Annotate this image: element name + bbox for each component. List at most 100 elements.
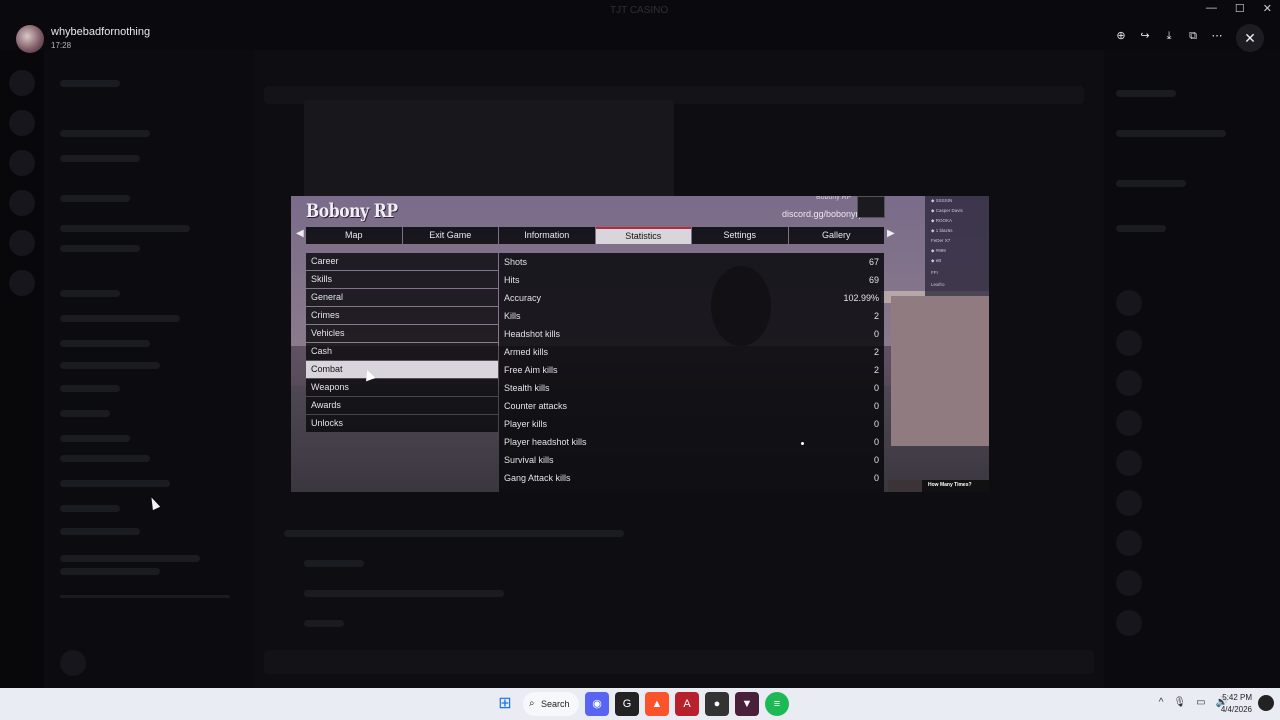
server-icon xyxy=(9,230,35,256)
screen: TJT CASINO — ☐ ✕ whybebadfornothing 17:2… xyxy=(0,0,1280,720)
clock-time: 5:42 PM xyxy=(1222,693,1252,702)
acrobat-icon[interactable]: A xyxy=(675,692,699,716)
chevron-up-icon[interactable]: ^ xyxy=(1159,697,1164,708)
video-overlay: How Many Times? xyxy=(888,480,989,492)
stat-row: Counter attacks 0 xyxy=(499,397,884,415)
window-controls: — ☐ ✕ xyxy=(1206,2,1272,15)
stat-name: Survival kills xyxy=(504,455,554,465)
game-logo: Bobony RP xyxy=(306,200,398,222)
brave-icon[interactable]: ▲ xyxy=(645,692,669,716)
stat-name: Player kills xyxy=(504,419,548,429)
category-unlocks[interactable]: Unlocks xyxy=(306,415,498,432)
category-vehicles[interactable]: Vehicles xyxy=(306,325,498,342)
tab-gallery[interactable]: Gallery xyxy=(788,227,884,244)
channel-list xyxy=(44,50,254,688)
stat-row: Hits 69 xyxy=(499,271,884,289)
category-skills[interactable]: Skills xyxy=(306,271,498,288)
obs-icon[interactable]: ● xyxy=(705,692,729,716)
tab-exit-game[interactable]: Exit Game xyxy=(402,227,498,244)
stat-value: 0 xyxy=(873,329,879,339)
stat-value: 0 xyxy=(873,419,879,429)
stat-row: Player headshot kills 0 xyxy=(499,433,884,451)
server-icon xyxy=(9,190,35,216)
category-general[interactable]: General xyxy=(306,289,498,306)
search-label: Search xyxy=(541,699,570,709)
avatar[interactable] xyxy=(16,25,44,53)
stat-row: Headshot kills 0 xyxy=(499,325,884,343)
windows-start-icon[interactable]: ⊞ xyxy=(493,692,517,716)
open-icon[interactable]: ⧉ xyxy=(1186,29,1200,43)
download-icon[interactable]: ⤓ xyxy=(1162,29,1176,43)
notification-icon[interactable] xyxy=(1258,695,1274,711)
category-awards[interactable]: Awards xyxy=(306,397,498,414)
stat-value: 2 xyxy=(873,365,879,375)
stat-row: Shots 67 xyxy=(499,253,884,271)
stat-name: Gang Attack kills xyxy=(504,473,571,483)
window-title: TJT CASINO xyxy=(610,5,669,16)
clock-date: 4/4/2026 xyxy=(1220,705,1252,714)
tab-next-icon[interactable]: ▶ xyxy=(887,228,895,239)
stat-row: Kills 2 xyxy=(499,307,884,325)
network-icon[interactable]: ▭ xyxy=(1196,697,1205,708)
stat-value: 0 xyxy=(873,437,879,447)
discord-link: discord.gg/bobonyrp xyxy=(782,209,864,219)
tab-prev-icon[interactable]: ◀ xyxy=(296,228,304,239)
search-icon: ⌕ xyxy=(529,698,535,709)
microphone-icon[interactable]: 🎙 xyxy=(1173,697,1186,708)
browser-icon[interactable]: G xyxy=(615,692,639,716)
server-name: Bobony RP xyxy=(816,196,852,201)
stat-value: 2 xyxy=(873,311,879,321)
stat-name: Counter attacks xyxy=(504,401,568,411)
server-icon xyxy=(9,150,35,176)
zoom-icon[interactable]: ⊕ xyxy=(1114,29,1128,43)
stat-value: 67 xyxy=(868,257,879,267)
discord-icon[interactable]: ◉ xyxy=(585,692,609,716)
tab-statistics[interactable]: Statistics xyxy=(595,227,691,244)
stat-row: Free Aim kills 2 xyxy=(499,361,884,379)
minimize-icon[interactable]: — xyxy=(1206,2,1217,15)
stat-row: Accuracy 102.99% xyxy=(499,289,884,307)
server-icon xyxy=(9,70,35,96)
category-cash[interactable]: Cash xyxy=(306,343,498,360)
stat-name: Stealth kills xyxy=(504,383,550,393)
tab-settings[interactable]: Settings xyxy=(692,227,788,244)
forward-icon[interactable]: ↪ xyxy=(1138,29,1152,43)
stat-value: 0 xyxy=(873,473,879,483)
stat-name: Kills xyxy=(504,311,521,321)
more-icon[interactable]: ⋯ xyxy=(1210,29,1224,43)
stat-name: Headshot kills xyxy=(504,329,561,339)
window-close-icon[interactable]: ✕ xyxy=(1263,2,1272,15)
stat-name: Shots xyxy=(504,257,528,267)
stat-name: Accuracy xyxy=(504,293,542,303)
crosshair-dot xyxy=(801,442,804,445)
system-tray: ^ 🎙 ▭ 🔊 xyxy=(1159,697,1228,708)
pause-menu-tabs: Map Exit Game Information Statistics Set… xyxy=(306,227,884,244)
upload-timestamp: 17:28 xyxy=(51,41,72,50)
taskbar-apps: ⊞ ⌕ Search ◉ G ▲ A ● ▼ ≡ xyxy=(493,692,789,716)
uploader-name[interactable]: whybebadfornothing xyxy=(51,26,150,38)
taskbar-clock[interactable]: 5:42 PM 4/4/2026 xyxy=(1221,692,1252,716)
image-viewer-header: whybebadfornothing 17:28 ⊕ ↪ ⤓ ⧉ ⋯ ✕ xyxy=(0,20,1280,56)
category-weapons[interactable]: Weapons xyxy=(306,379,498,396)
stat-value: 0 xyxy=(873,401,879,411)
stat-name: Armed kills xyxy=(504,347,549,357)
close-viewer-button[interactable]: ✕ xyxy=(1236,24,1264,52)
tab-information[interactable]: Information xyxy=(499,227,595,244)
maximize-icon[interactable]: ☐ xyxy=(1235,2,1245,15)
player-portrait xyxy=(857,196,885,218)
stats-panel: Shots 67 Hits 69 Accuracy 102.99% Kills 2 He… xyxy=(499,253,884,492)
taskbar-search[interactable]: ⌕ Search xyxy=(523,692,579,716)
app-icon[interactable]: ▼ xyxy=(735,692,759,716)
stat-name: Free Aim kills xyxy=(504,365,558,375)
spotify-icon[interactable]: ≡ xyxy=(765,692,789,716)
player-list-overlay: ◆ SSSSIN ◆ Casper Davis ◆ ROOKA ◆ 1 blaz… xyxy=(925,196,989,296)
video-title: How Many Times? xyxy=(928,482,972,488)
category-career[interactable]: Career xyxy=(306,253,498,270)
stats-categories: Career Skills General Crimes Vehicles Ca… xyxy=(306,253,498,433)
stat-value: 102.99% xyxy=(843,293,879,303)
tab-map[interactable]: Map xyxy=(306,227,402,244)
server-list xyxy=(0,50,44,688)
category-combat[interactable]: Combat xyxy=(306,361,498,378)
category-crimes[interactable]: Crimes xyxy=(306,307,498,324)
stat-value: 0 xyxy=(873,383,879,393)
